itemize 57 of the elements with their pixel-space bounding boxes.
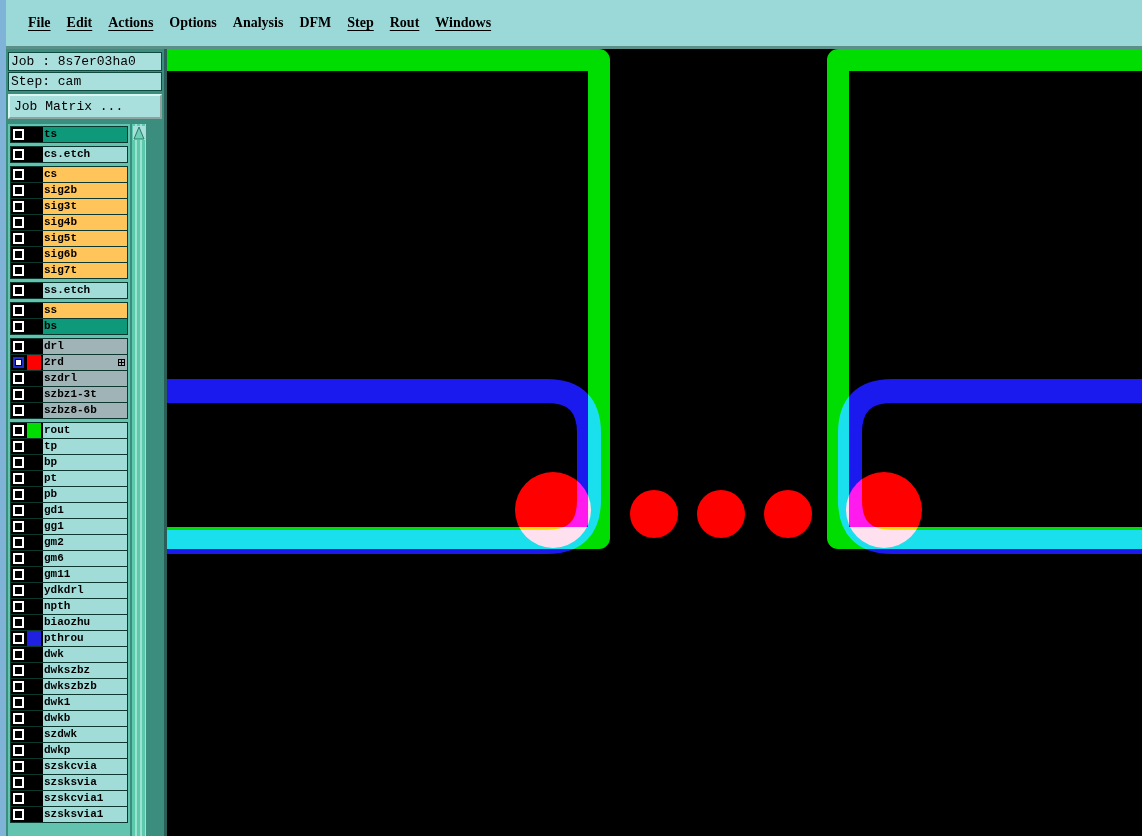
- job-label: Job : 8s7er03ha0: [8, 52, 162, 71]
- layer-name[interactable]: npth: [43, 599, 127, 614]
- layer-name[interactable]: sig7t: [43, 263, 127, 278]
- scrollbar[interactable]: [132, 124, 146, 836]
- menu-item[interactable]: Actions: [100, 13, 162, 33]
- layer-name[interactable]: ss: [43, 303, 127, 318]
- layer-name[interactable]: drl: [43, 339, 127, 354]
- layer-name[interactable]: gg1: [43, 519, 127, 534]
- layer-checkbox[interactable]: [13, 357, 24, 368]
- menu-item[interactable]: Step: [339, 13, 382, 33]
- step-label: Step: cam: [8, 72, 162, 91]
- layer-name[interactable]: gd1: [43, 503, 127, 518]
- layer-name[interactable]: szbz1-3t: [43, 387, 127, 402]
- layer-name[interactable]: sig5t: [43, 231, 127, 246]
- layer-name[interactable]: dwkszbzb: [43, 679, 127, 694]
- layer-name[interactable]: gm2: [43, 535, 127, 550]
- menu-item[interactable]: DFM: [291, 13, 340, 33]
- menu-item[interactable]: Rout: [381, 13, 428, 33]
- layer-name[interactable]: ts: [43, 127, 127, 142]
- layer-name[interactable]: sig6b: [43, 247, 127, 262]
- menu-item[interactable]: Options: [161, 13, 225, 33]
- layer-name[interactable]: szskcvia: [43, 759, 127, 774]
- layer-name[interactable]: cs: [43, 167, 127, 182]
- scroll-up-icon[interactable]: [133, 126, 145, 140]
- layer-name[interactable]: dwkb: [43, 711, 127, 726]
- layer-name[interactable]: rout: [43, 423, 127, 438]
- layer-name[interactable]: 2rd: [43, 355, 127, 370]
- layer-name[interactable]: pthrou: [43, 631, 127, 646]
- layer-name[interactable]: ydkdrl: [43, 583, 127, 598]
- layer-name[interactable]: gm11: [43, 567, 127, 582]
- layer-name[interactable]: sig4b: [43, 215, 127, 230]
- layer-name[interactable]: tp: [43, 439, 127, 454]
- layer-name[interactable]: dwkp: [43, 743, 127, 758]
- layer-name[interactable]: sig2b: [43, 183, 127, 198]
- menu-item[interactable]: Analysis: [224, 13, 292, 33]
- layer-name[interactable]: gm6: [43, 551, 127, 566]
- job-matrix-button[interactable]: Job Matrix ...: [8, 94, 162, 119]
- menu-item[interactable]: Windows: [427, 13, 500, 33]
- layer-name[interactable]: bs: [43, 319, 127, 334]
- layer-name[interactable]: pt: [43, 471, 127, 486]
- layer-name[interactable]: szbz8-6b: [43, 403, 127, 418]
- layer-name[interactable]: sig3t: [43, 199, 127, 214]
- layer-name[interactable]: cs.etch: [43, 147, 127, 162]
- menu-item[interactable]: Edit: [58, 13, 101, 33]
- layer-name[interactable]: szsksvia: [43, 775, 127, 790]
- layer-name[interactable]: dwk: [43, 647, 127, 662]
- layer-name[interactable]: szdrl: [43, 371, 127, 386]
- layer-name[interactable]: bp: [43, 455, 127, 470]
- layer-name[interactable]: pb: [43, 487, 127, 502]
- layer-name[interactable]: biaozhu: [43, 615, 127, 630]
- layer-name[interactable]: szskcvia1: [43, 791, 127, 806]
- menu-item[interactable]: File: [20, 13, 59, 33]
- layer-name[interactable]: szdwk: [43, 727, 127, 742]
- layer-name[interactable]: dwkszbz: [43, 663, 127, 678]
- layer-name[interactable]: szsksvia1: [43, 807, 127, 822]
- layer-name[interactable]: ss.etch: [43, 283, 127, 298]
- layer-name[interactable]: dwk1: [43, 695, 127, 710]
